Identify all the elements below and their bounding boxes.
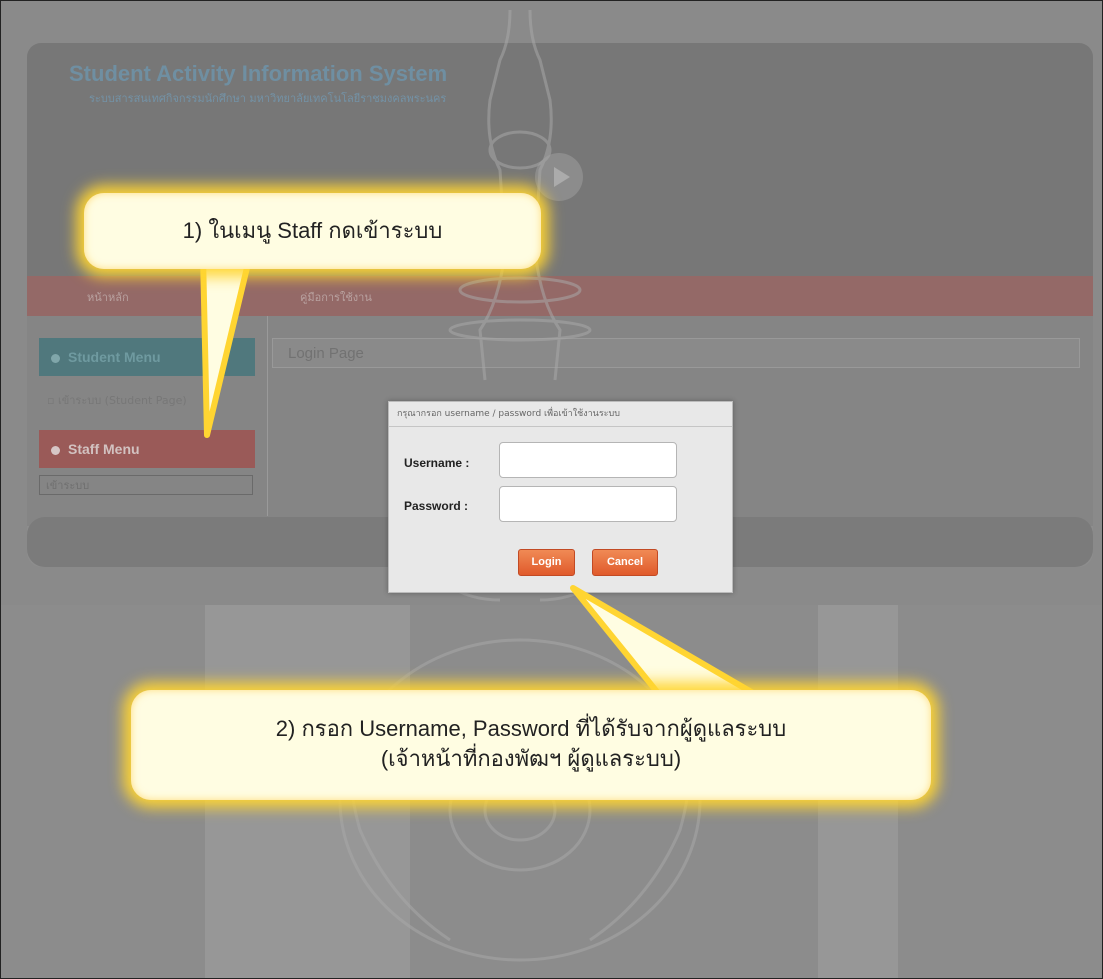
screenshot-border — [0, 0, 1103, 979]
